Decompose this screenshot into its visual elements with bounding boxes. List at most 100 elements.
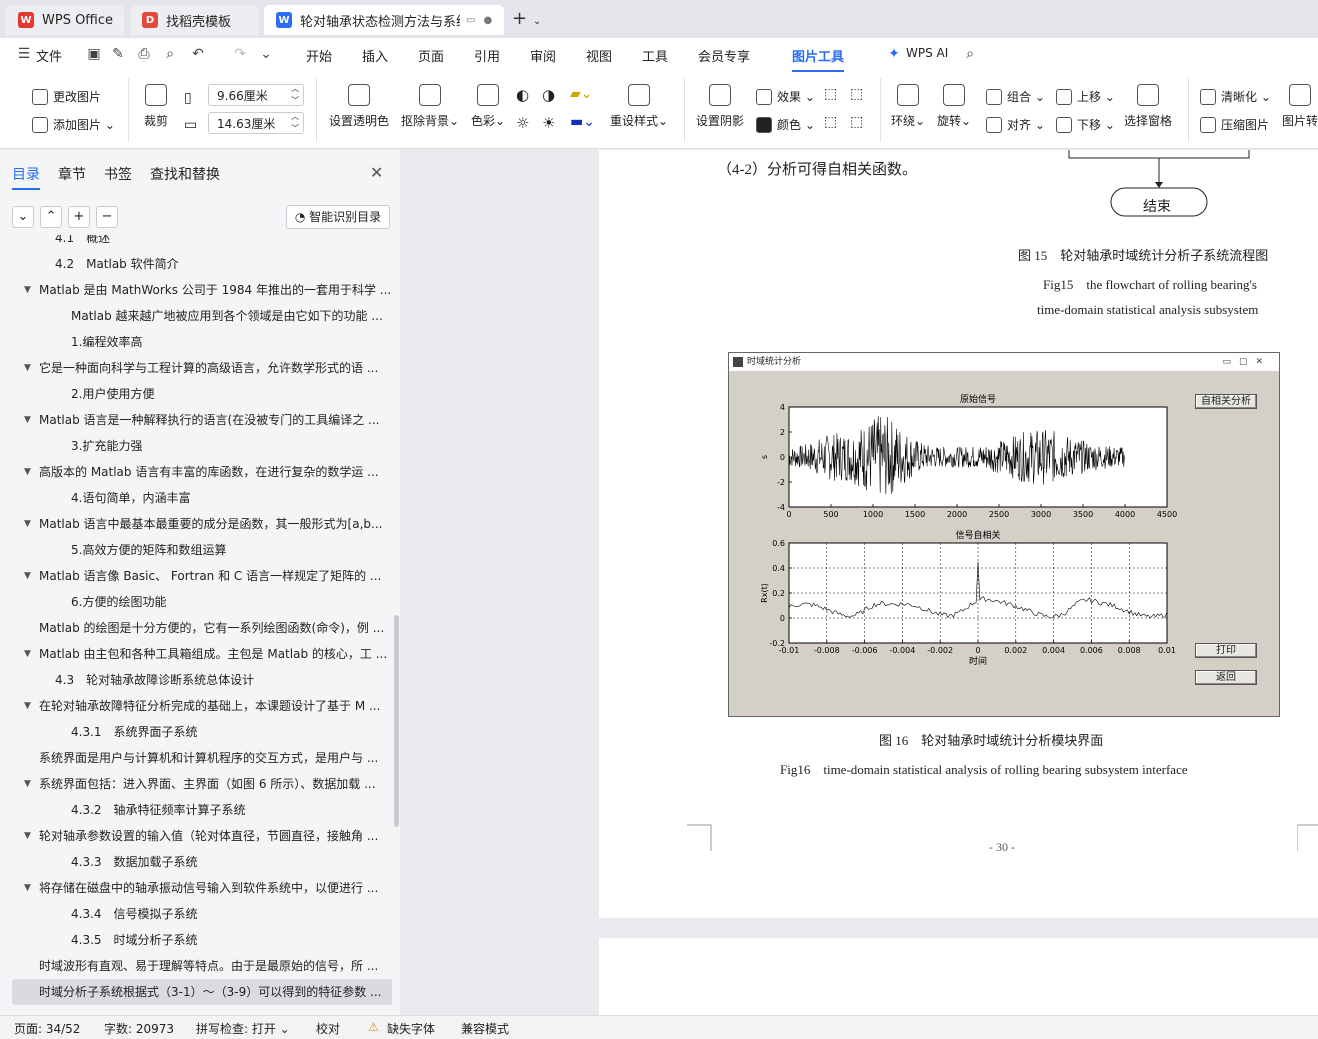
selection-pane-button[interactable]: 选择窗格 [1122,84,1174,129]
toc-item[interactable]: 1.编程效率高 [12,329,392,355]
move-up-button[interactable]: 上移 ⌄ [1056,88,1115,105]
tab-document[interactable]: W 轮对轴承状态检测方法与系统 ▭ ● [264,5,504,35]
brightness-up-icon[interactable]: ◐ [516,86,529,104]
menu-references[interactable]: 引用 [474,46,500,65]
toc-item[interactable]: 时域分析子系统根据式（3-1）～（3-9）可以得到的特征参数 ... [12,979,392,1005]
group-button[interactable]: 组合 ⌄ [986,88,1045,105]
shadow-left-icon[interactable]: ⬚ [824,114,837,130]
add-heading-button[interactable]: + [68,206,90,228]
toc-item[interactable]: 2.用户使用方便 [12,381,392,407]
reset-style-button[interactable]: 重设样式⌄ [608,84,670,129]
picture-convert-button[interactable]: 图片转 [1280,84,1318,129]
print-icon[interactable]: ⎙ [136,46,152,62]
new-tab-button[interactable]: + ⌄ [512,8,541,29]
menu-tools[interactable]: 工具 [642,46,668,65]
tab-template[interactable]: D 找稻壳模板 [130,5,258,35]
contrast-icon[interactable]: ◑ [542,86,555,104]
menu-view[interactable]: 视图 [586,46,612,65]
page-indicator[interactable]: 页面: 34/52 [14,1020,80,1037]
proofread-button[interactable]: 校对 [316,1020,340,1037]
toc-item[interactable]: 4.3.5 时域分析子系统 [12,927,392,953]
remove-heading-button[interactable]: − [96,206,118,228]
color-button[interactable]: 颜色 ⌄ [756,116,815,133]
move-down-button[interactable]: 下移 ⌄ [1056,116,1115,133]
tab-wps-office[interactable]: W WPS Office [6,5,124,35]
tab-find-replace[interactable]: 查找和替换 [150,164,220,184]
close-dot-icon[interactable]: ● [483,15,492,26]
toc-item[interactable]: ▼ Matlab 语言像 Basic、 Fortran 和 C 语言一样规定了矩阵… [12,563,392,589]
hamburger-icon[interactable]: ☰ [16,46,32,62]
close-icon[interactable]: ✕ [370,163,383,182]
menu-review[interactable]: 审阅 [530,46,556,65]
toc-item[interactable]: ▼ Matlab 是由 MathWorks 公司于 1984 年推出的一套用于科学… [12,277,392,303]
menu-page[interactable]: 页面 [418,46,444,65]
more-dropdown-icon[interactable]: ⌄ [258,46,274,62]
menu-file[interactable]: 文件 [36,46,62,65]
line-color-icon[interactable]: ▬⌄ [570,114,595,130]
toc-item[interactable]: 时域波形有直观、易于理解等特点。由于是最原始的信号，所 ... [12,953,392,979]
expand-arrow-icon[interactable]: ▼ [24,693,31,719]
align-button[interactable]: 对齐 ⌄ [986,116,1045,133]
expand-arrow-icon[interactable]: ▼ [24,875,31,901]
toc-item[interactable]: Matlab 的绘图是十分方便的，它有一系列绘图函数(命令)，例 ... [12,615,392,641]
toc-item[interactable]: Matlab 越来越广地被应用到各个领域是由它如下的功能 ... [12,303,392,329]
add-picture-button[interactable]: 添加图片 ⌄ [32,116,115,133]
toc-item[interactable]: ▼ 轮对轴承参数设置的输入值（轮对体直径，节圆直径，接触角 ... [12,823,392,849]
tab-chapters[interactable]: 章节 [58,164,86,184]
matlab-figure-image[interactable]: 时域统计分析 ▭▢✕ 自相关分析 打印 返回 0 500 1000 1500 2000 2… [728,352,1280,717]
missing-font-button[interactable]: 缺失字体 [387,1020,435,1037]
expand-arrow-icon[interactable]: ▼ [24,641,31,667]
crop-button[interactable]: 裁剪 [140,84,172,129]
toc-item[interactable]: 4.语句简单，内涵丰富 [12,485,392,511]
print-preview-icon[interactable]: ⌕ [162,46,178,62]
shadow-right-icon[interactable]: ⬚ [850,114,863,130]
shadow-button[interactable]: 设置阴影 [694,84,746,129]
fill-color-icon[interactable]: ▰⌄ [570,86,593,102]
expand-arrow-icon[interactable]: ▼ [24,771,31,797]
expand-arrow-icon[interactable]: ▼ [24,459,31,485]
smart-toc-button[interactable]: ◔ 智能识别目录 [286,205,390,229]
toc-item[interactable]: 4.1 概述 [12,235,392,251]
menu-wps-ai[interactable]: WPS AI [906,46,948,60]
toc-item[interactable]: 4.3.3 数据加载子系统 [12,849,392,875]
menu-picture-tools[interactable]: 图片工具 [792,46,845,72]
menu-home[interactable]: 开始 [306,46,332,65]
save-icon[interactable]: ▣ [86,46,102,62]
toc-item[interactable]: ▼ 在轮对轴承故障特征分析完成的基础上，本课题设计了基于 M ... [12,693,392,719]
spinner-icon[interactable]: ︿ ﹀ [291,111,299,135]
spell-check-toggle[interactable]: 拼写检查: 打开 ⌄ [196,1020,290,1037]
width-input[interactable]: 9.66厘米 ︿ ﹀ [208,84,304,106]
toc-item[interactable]: ▼ Matlab 语言是一种解释执行的语言(在没被专门的工具编译之 ... [12,407,392,433]
color-effect-button[interactable]: 色彩⌄ [468,84,508,129]
expand-arrow-icon[interactable]: ▼ [24,823,31,849]
toc-item[interactable]: 4.3.1 系统界面子系统 [12,719,392,745]
shadow-up-icon[interactable]: ⬚ [824,86,837,102]
expand-arrow-icon[interactable]: ▼ [24,563,31,589]
toc-item[interactable]: 4.3.4 信号模拟子系统 [12,901,392,927]
tab-toc[interactable]: 目录 [12,164,40,190]
set-transparent-button[interactable]: 设置透明色 [328,84,390,129]
toc-item[interactable]: 6.方便的绘图功能 [12,589,392,615]
brightness-down-icon[interactable]: ☼ [516,114,529,132]
height-input[interactable]: 14.63厘米 ︿ ﹀ [208,112,304,134]
expand-arrow-icon[interactable]: ▼ [24,355,31,381]
word-count[interactable]: 字数: 20973 [104,1020,174,1037]
expand-button[interactable]: ⌃ [40,206,62,228]
expand-arrow-icon[interactable]: ▼ [24,277,31,303]
toc-item[interactable]: ▼ Matlab 由主包和各种工具箱组成。主包是 Matlab 的核心，工 ... [12,641,392,667]
undo-icon[interactable]: ↶ [190,46,206,62]
redo-icon[interactable]: ↷ [232,46,248,62]
rotate-button[interactable]: 旋转⌄ [936,84,972,129]
expand-arrow-icon[interactable]: ▼ [24,407,31,433]
toc-item[interactable]: 4.3 轮对轴承故障诊断系统总体设计 [12,667,392,693]
toc-item[interactable]: ▼ 系统界面包括：进入界面、主界面（如图 6 所示）、数据加载 ... [12,771,392,797]
toc-item[interactable]: 3.扩充能力强 [12,433,392,459]
toc-item[interactable]: 4.3.2 轴承特征频率计算子系统 [12,797,392,823]
toc-item[interactable]: ▼ 它是一种面向科学与工程计算的高级语言，允许数学形式的语 ... [12,355,392,381]
brush-icon[interactable]: ✎ [110,46,126,62]
wrap-button[interactable]: 环绕⌄ [890,84,926,129]
shadow-down-icon[interactable]: ⬚ [850,86,863,102]
toc-item[interactable]: ▼ 高版本的 Matlab 语言有丰富的库函数，在进行复杂的数学运 ... [12,459,392,485]
tab-bookmarks[interactable]: 书签 [104,164,132,184]
toc-item[interactable]: ▼ 将存储在磁盘中的轴承振动信号输入到软件系统中，以便进行 ... [12,875,392,901]
